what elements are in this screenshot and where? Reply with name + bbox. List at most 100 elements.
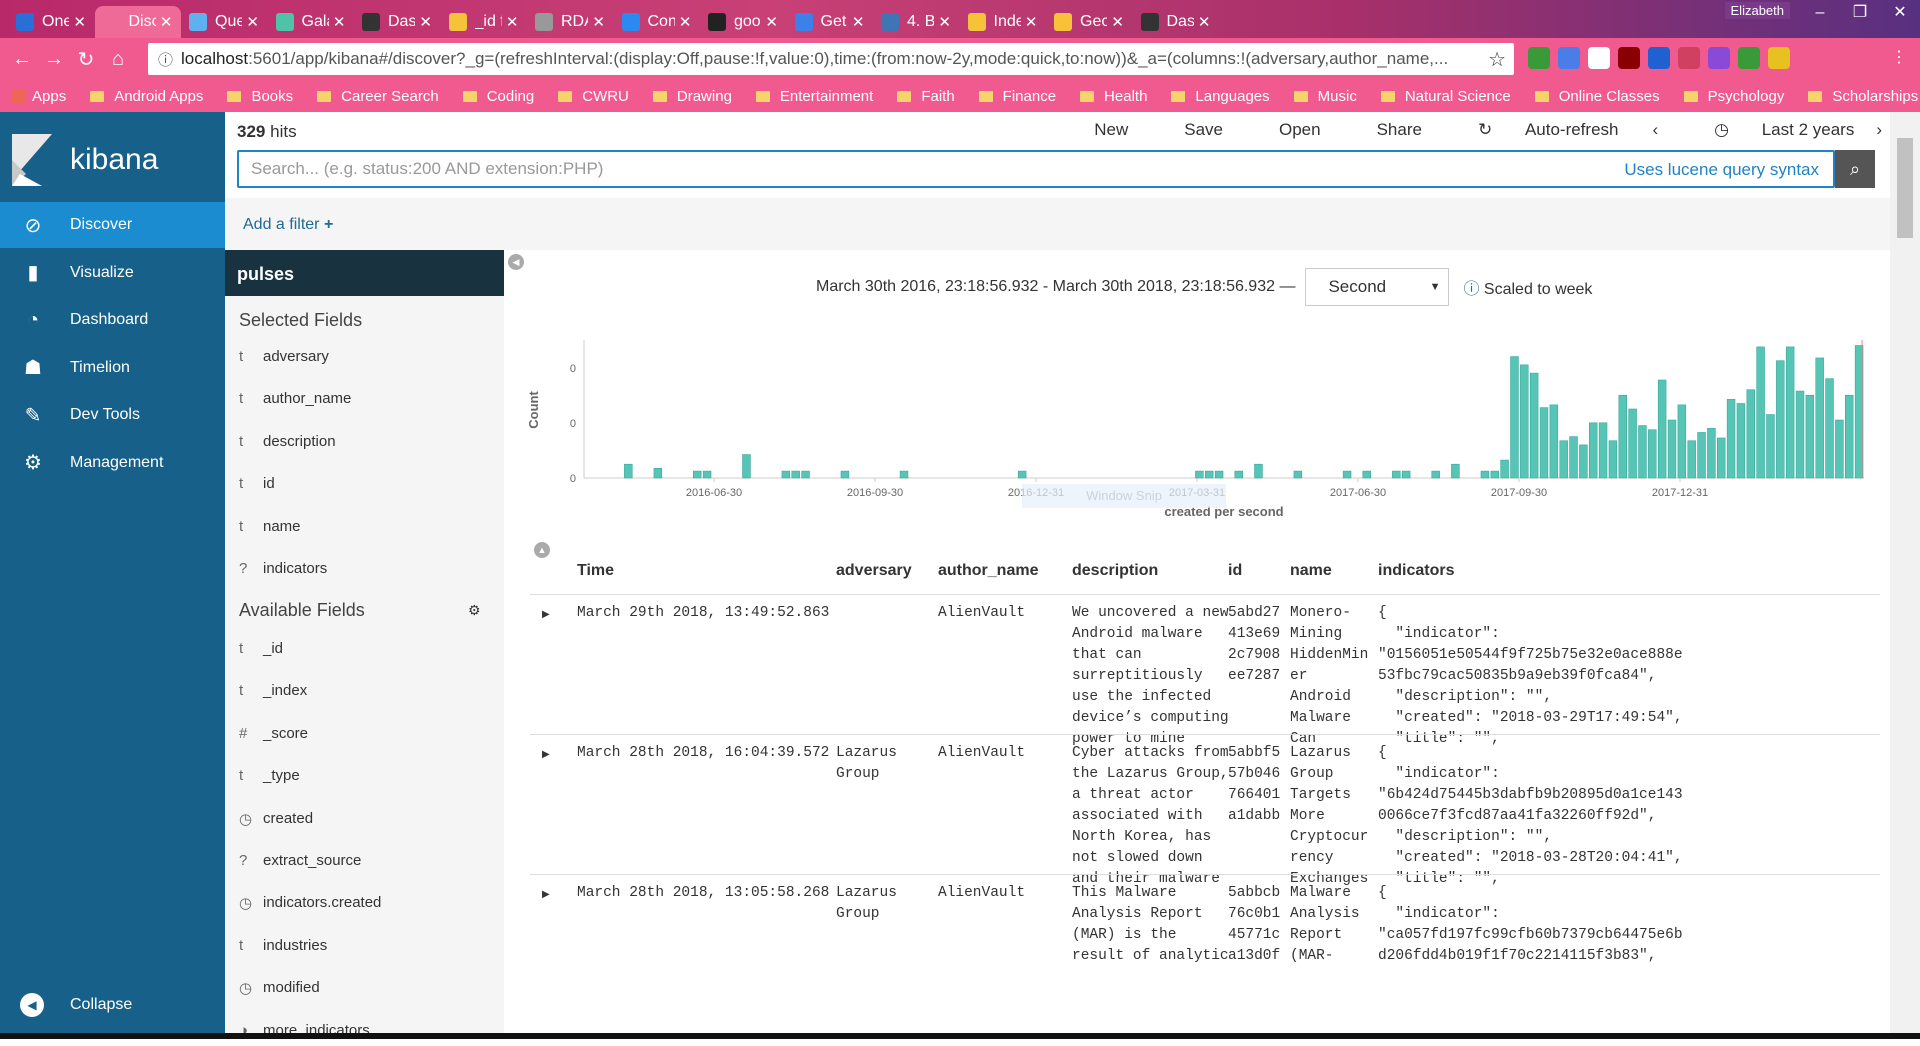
browser-tab[interactable]: Query✕ (181, 6, 267, 38)
browser-tab[interactable]: Get St✕ (787, 6, 873, 38)
histogram-bar[interactable] (1205, 470, 1214, 479)
tab-close-icon[interactable]: ✕ (592, 13, 605, 31)
histogram-bar[interactable] (1776, 360, 1785, 479)
bookmark-star-icon[interactable]: ☆ (1488, 47, 1506, 72)
time-picker-button[interactable]: ◷ Last 2 years (1686, 120, 1854, 140)
extension-icon[interactable] (1528, 47, 1550, 69)
histogram-bar[interactable] (1490, 470, 1499, 479)
shield-extension-icon[interactable] (1648, 47, 1670, 69)
histogram-bar[interactable] (1667, 419, 1677, 479)
histogram-bar[interactable] (1214, 470, 1224, 479)
browser-tab[interactable]: Galax✕ (268, 6, 354, 38)
bookmark-item[interactable]: Drawing (652, 88, 732, 105)
bookmark-item[interactable]: Finance (978, 88, 1056, 105)
collapse-button[interactable]: ◀ Collapse (0, 982, 225, 1028)
collapse-panel-icon[interactable]: ◀ (508, 254, 524, 270)
bookmark-item[interactable]: Career Search (317, 88, 439, 105)
histogram-bar[interactable] (624, 463, 633, 479)
lucene-link[interactable]: Uses lucene query syntax (1624, 160, 1819, 180)
histogram-bar[interactable] (1549, 404, 1559, 479)
tab-close-icon[interactable]: ✕ (1111, 13, 1124, 31)
field-settings-gear-icon[interactable]: ⚙ (468, 602, 481, 619)
histogram-bar[interactable] (1657, 379, 1667, 479)
browser-tab[interactable]: Index✕ (960, 6, 1046, 38)
field-item[interactable]: t _id (239, 640, 283, 657)
kibana-logo[interactable]: kibana (12, 134, 158, 186)
histogram-bar[interactable] (1520, 364, 1529, 479)
bookmark-item[interactable]: Apps (12, 88, 66, 105)
column-header[interactable]: id (1228, 562, 1242, 580)
histogram-bar[interactable] (1756, 346, 1765, 479)
histogram-bar[interactable] (899, 470, 909, 479)
share-button[interactable]: Share (1349, 120, 1422, 140)
histogram-bar[interactable] (1785, 346, 1795, 479)
bookmark-item[interactable]: Psychology (1683, 88, 1784, 105)
histogram-bar[interactable] (1392, 470, 1401, 479)
e-extension-icon[interactable] (1768, 47, 1790, 69)
field-item[interactable]: t name (239, 518, 301, 535)
bookmark-item[interactable]: Books (227, 88, 293, 105)
field-item[interactable]: t industries (239, 937, 327, 954)
browser-tab[interactable]: Dashb✕ (1133, 6, 1219, 38)
tab-close-icon[interactable]: ✕ (419, 13, 432, 31)
histogram-bar[interactable] (1342, 470, 1352, 479)
field-item[interactable]: t _index (239, 682, 307, 699)
field-item[interactable]: t _type (239, 767, 300, 784)
histogram-bar[interactable] (1579, 444, 1588, 479)
bookmark-item[interactable]: Entertainment (755, 88, 873, 105)
histogram-bar[interactable] (1234, 470, 1243, 479)
bookmark-item[interactable]: Natural Science (1380, 88, 1511, 105)
tab-close-icon[interactable]: ✕ (73, 13, 86, 31)
field-item[interactable]: t description (239, 433, 336, 450)
histogram-bar[interactable] (1726, 399, 1736, 479)
histogram-bar[interactable] (1697, 432, 1706, 479)
histogram-bar[interactable] (801, 470, 810, 479)
browser-tab[interactable]: GeoIP✕ (1046, 6, 1132, 38)
search-button[interactable]: ⌕ (1835, 150, 1875, 188)
histogram-bar[interactable] (1845, 394, 1854, 479)
histogram-bar[interactable] (742, 454, 751, 479)
pocket-extension-icon[interactable] (1678, 47, 1700, 69)
time-prev-icon[interactable]: ‹ (1652, 120, 1658, 140)
histogram-bar[interactable] (1835, 419, 1844, 479)
browser-tab[interactable]: googl✕ (700, 6, 786, 38)
minimize-icon[interactable]: – (1800, 0, 1840, 26)
browser-tab[interactable]: Confi✕ (614, 6, 700, 38)
home-icon[interactable]: ⌂ (102, 48, 134, 71)
close-window-icon[interactable]: ✕ (1880, 0, 1920, 26)
tab-close-icon[interactable]: ✕ (938, 13, 951, 31)
column-header[interactable]: description (1072, 562, 1158, 580)
histogram-bar[interactable] (1510, 356, 1519, 479)
bookmark-item[interactable]: Scholarships (1808, 88, 1918, 105)
histogram-bar[interactable] (1707, 428, 1716, 479)
expand-row-icon[interactable]: ▶ (542, 889, 550, 900)
new-button[interactable]: New (1066, 120, 1128, 140)
field-item[interactable]: ? extract_source (239, 852, 361, 869)
scrollbar-thumb[interactable] (1897, 138, 1913, 238)
histogram-bar[interactable] (1362, 470, 1371, 479)
reload-icon[interactable]: ↻ (70, 47, 102, 72)
histogram-bar[interactable] (1746, 389, 1755, 479)
histogram-bar[interactable] (1401, 470, 1411, 479)
histogram-bar[interactable] (1500, 459, 1509, 479)
forward-icon[interactable]: → (38, 48, 70, 71)
browser-tab[interactable]: _id fie✕ (441, 6, 527, 38)
tab-close-icon[interactable]: ✕ (333, 13, 346, 31)
column-header[interactable]: adversary (836, 562, 912, 580)
histogram-bar[interactable] (1628, 408, 1637, 479)
browser-tab[interactable]: RDAP✕ (527, 6, 613, 38)
tab-close-icon[interactable]: ✕ (160, 13, 173, 31)
translate-extension-icon[interactable] (1558, 47, 1580, 69)
maximize-icon[interactable]: ❐ (1840, 0, 1880, 26)
interval-select[interactable]: Second ▼ (1305, 268, 1450, 306)
bookmark-item[interactable]: Android Apps (90, 88, 203, 105)
browser-tab[interactable]: OneTa✕ (8, 6, 94, 38)
histogram-bar[interactable] (791, 470, 800, 479)
menu-icon[interactable]: ⋮ (1888, 47, 1910, 69)
field-item[interactable]: t adversary (239, 348, 329, 365)
histogram-bar[interactable] (1293, 470, 1303, 479)
url-field[interactable]: ⓘ localhost:5601/app/kibana#/discover?_g… (148, 43, 1514, 75)
histogram-bar[interactable] (1795, 390, 1805, 479)
tab-close-icon[interactable]: ✕ (852, 13, 865, 31)
histogram-bar[interactable] (1017, 470, 1027, 479)
